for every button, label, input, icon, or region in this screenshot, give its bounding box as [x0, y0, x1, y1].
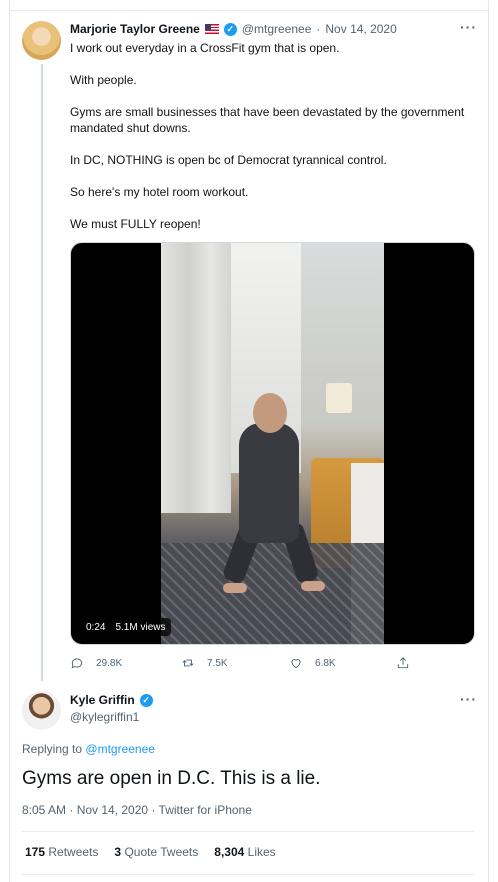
like-count: 6.8K — [315, 657, 336, 669]
likes-count: 8,304 — [214, 845, 245, 859]
heart-icon — [291, 659, 301, 669]
video-duration: 0:24 — [86, 621, 106, 633]
author-handle[interactable]: @mtgreenee — [242, 22, 312, 36]
quotes-count: 3 — [114, 845, 122, 859]
retweet-button[interactable]: 7.5K — [181, 655, 228, 671]
tweet-text-line: I work out everyday in a CrossFit gym th… — [70, 41, 340, 55]
mention-link[interactable]: @mtgreenee — [85, 742, 155, 756]
person-foot — [223, 583, 247, 593]
tweet-text-line: With people. — [70, 73, 137, 87]
verified-badge-icon: ✓ — [139, 693, 153, 707]
retweet-count: 7.5K — [207, 657, 228, 669]
divider — [10, 10, 488, 11]
tweet-stats: 175 Retweets 3 Quote Tweets 8,304 Likes — [25, 845, 276, 859]
verified-badge-icon: ✓ — [223, 22, 237, 36]
retweets-count: 175 — [25, 845, 46, 859]
separator: · — [316, 22, 321, 36]
replying-to: Replying to @mtgreenee — [22, 742, 155, 756]
tweet-date[interactable]: Nov 14, 2020 — [325, 22, 396, 36]
quotes-label: Quote Tweets — [124, 845, 199, 859]
share-button[interactable] — [396, 655, 410, 671]
author-handle[interactable]: @kylegriffin1 — [70, 710, 139, 724]
more-options-icon[interactable]: ··· — [460, 19, 477, 35]
video-player[interactable]: 0:24 5.1M views — [70, 242, 475, 645]
author-name[interactable]: Marjorie Taylor Greene — [70, 22, 200, 36]
tweet-text-line: In DC, NOTHING is open bc of Democrat ty… — [70, 153, 387, 167]
curtain — [161, 243, 231, 513]
tweet-text: Gyms are open in D.C. This is a lie. — [22, 768, 321, 789]
carpet — [161, 543, 384, 644]
tweet-text-line: So here's my hotel room workout. — [70, 185, 249, 199]
share-icon — [397, 657, 409, 669]
more-options-icon[interactable]: ··· — [460, 691, 477, 707]
retweet-icon — [182, 659, 194, 667]
tweet-meta[interactable]: 8:05 AM · Nov 14, 2020 · Twitter for iPh… — [22, 803, 252, 817]
replying-label: Replying to — [22, 742, 83, 756]
like-button[interactable]: 6.8K — [289, 655, 336, 671]
video-frame — [161, 243, 384, 644]
author-header: Kyle Griffin ✓ — [70, 693, 153, 707]
quotes-stat[interactable]: 3 Quote Tweets — [114, 845, 198, 859]
thread-line — [41, 64, 43, 681]
reply-button[interactable]: 29.8K — [70, 655, 122, 671]
person-body — [239, 423, 299, 543]
author-name[interactable]: Kyle Griffin — [70, 693, 135, 707]
video-views: 5.1M views — [115, 621, 166, 633]
divider — [22, 831, 475, 832]
likes-label: Likes — [247, 845, 276, 859]
tweet-header: Marjorie Taylor Greene ✓ @mtgreenee · No… — [70, 21, 397, 37]
likes-stat[interactable]: 8,304 Likes — [214, 845, 275, 859]
reply-count: 29.8K — [96, 657, 123, 669]
divider — [22, 874, 475, 875]
us-flag-icon — [204, 24, 219, 34]
avatar[interactable] — [22, 21, 61, 60]
lamp — [326, 383, 352, 413]
retweets-stat[interactable]: 175 Retweets — [25, 845, 98, 859]
person-foot — [301, 581, 325, 591]
avatar[interactable] — [22, 691, 61, 730]
reply-icon — [71, 658, 83, 669]
tweet-text-line: Gyms are small businesses that have been… — [70, 105, 465, 135]
person-head — [253, 393, 287, 433]
retweets-label: Retweets — [48, 845, 99, 859]
tweet-text-line: We must FULLY reopen! — [70, 217, 201, 231]
video-badge: 0:24 5.1M views — [80, 618, 172, 636]
